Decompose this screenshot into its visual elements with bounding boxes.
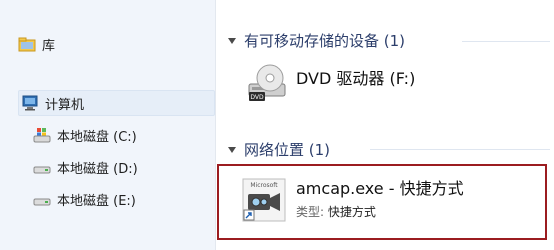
collapse-triangle-icon[interactable]	[228, 38, 236, 44]
drive-icon	[33, 159, 51, 175]
collapse-triangle-icon[interactable]	[228, 147, 236, 153]
group-divider-line	[370, 149, 550, 150]
dvd-drive-item[interactable]: DVD DVD 驱动器 (F:)	[246, 62, 415, 104]
type-label: 类型:	[296, 205, 325, 219]
nav-item-drive-e[interactable]: 本地磁盘 (E:)	[33, 187, 136, 211]
amcap-shortcut-item[interactable]: Microsoft amcap.exe - 快捷方式 类型: 快捷方式	[242, 177, 464, 222]
dvd-drive-icon: DVD	[246, 62, 288, 104]
nav-item-label: 本地磁盘 (C:)	[57, 129, 137, 145]
group-header-label: 网络位置 (1)	[244, 140, 331, 159]
amcap-shortcut-title: amcap.exe - 快捷方式	[296, 179, 464, 198]
nav-item-computer[interactable]: 计算机	[18, 90, 215, 116]
pane-divider	[215, 0, 216, 250]
type-value: 快捷方式	[327, 205, 376, 219]
amcap-shortcut-type: 类型: 快捷方式	[296, 203, 464, 220]
windows-drive-icon	[33, 127, 51, 143]
dvd-drive-title: DVD 驱动器 (F:)	[296, 69, 416, 88]
navigation-pane: 库 计算机 本地磁盘 (C:) 本地磁盘 (D:) 本地磁盘 (E:)	[0, 0, 215, 250]
library-icon	[18, 36, 36, 52]
nav-item-label: 本地磁盘 (E:)	[57, 193, 136, 209]
nav-item-label: 库	[42, 38, 56, 54]
nav-item-library[interactable]: 库	[18, 32, 55, 56]
svg-text:Microsoft: Microsoft	[250, 182, 278, 189]
group-header-network[interactable]: 网络位置 (1)	[228, 138, 330, 160]
group-header-label: 有可移动存储的设备 (1)	[244, 31, 406, 50]
svg-text:DVD: DVD	[250, 94, 264, 101]
computer-icon	[21, 95, 39, 111]
nav-item-label: 计算机	[45, 97, 85, 113]
nav-item-drive-c[interactable]: 本地磁盘 (C:)	[33, 123, 137, 147]
nav-item-drive-d[interactable]: 本地磁盘 (D:)	[33, 155, 138, 179]
nav-item-label: 本地磁盘 (D:)	[57, 161, 138, 177]
drive-icon	[33, 191, 51, 207]
group-header-removable[interactable]: 有可移动存储的设备 (1)	[228, 29, 405, 51]
amcap-shortcut-icon: Microsoft	[242, 178, 286, 222]
group-divider-line	[462, 41, 550, 42]
